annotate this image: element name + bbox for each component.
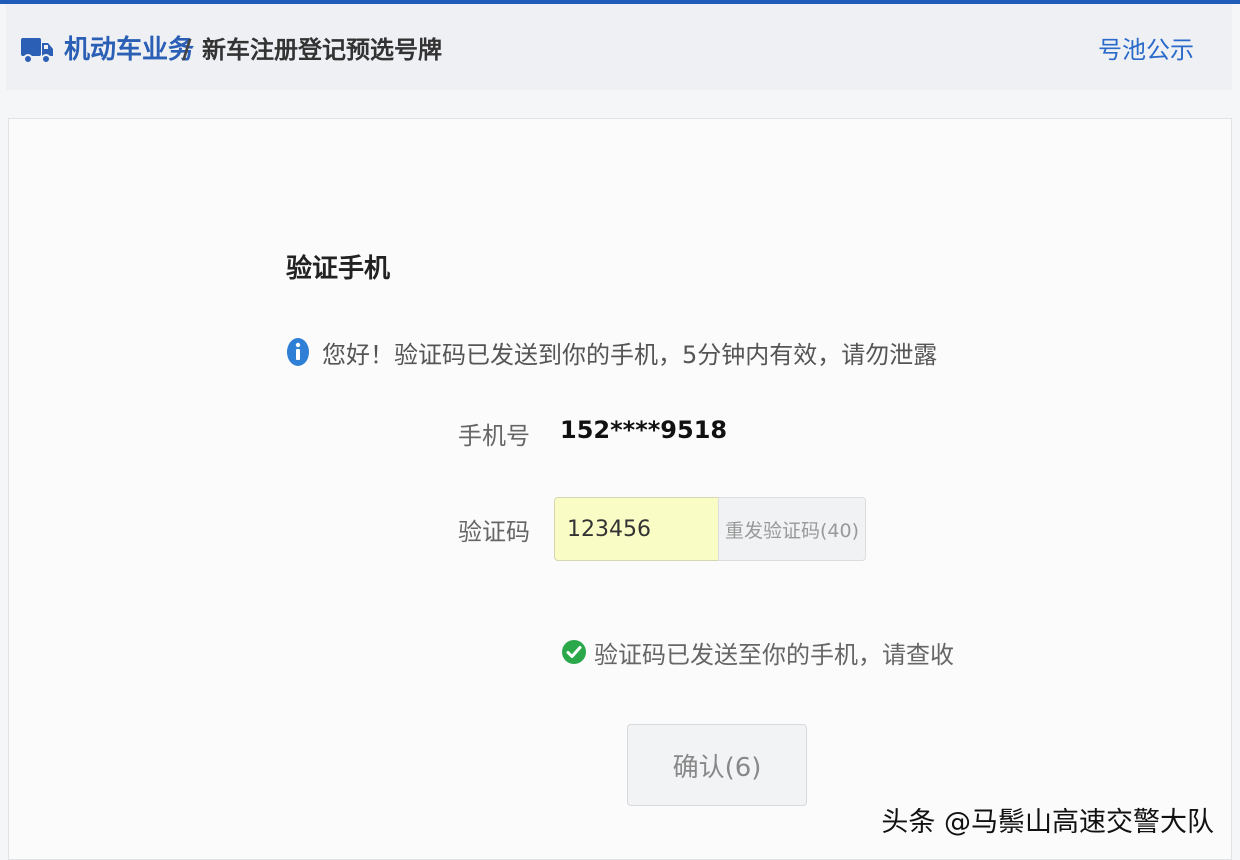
breadcrumb-separator: / bbox=[182, 35, 192, 65]
info-message: 您好！验证码已发送到你的手机，5分钟内有效，请勿泄露 bbox=[322, 340, 938, 369]
page-header: 机动车业务 / 新车注册登记预选号牌 号池公示 bbox=[6, 4, 1232, 90]
info-icon bbox=[287, 338, 309, 366]
breadcrumb-current: 新车注册登记预选号牌 bbox=[202, 36, 442, 64]
phone-value: 152****9518 bbox=[560, 416, 728, 444]
page-title: 验证手机 bbox=[286, 254, 391, 284]
success-notice: 验证码已发送至你的手机，请查收 bbox=[562, 634, 954, 670]
truck-icon bbox=[21, 38, 53, 64]
breadcrumb-main[interactable]: 机动车业务 bbox=[64, 30, 194, 70]
verify-card bbox=[8, 118, 1232, 860]
number-pool-link[interactable]: 号池公示 bbox=[1098, 30, 1194, 70]
phone-label: 手机号 bbox=[458, 422, 530, 450]
verification-code-input[interactable] bbox=[554, 497, 720, 561]
code-label: 验证码 bbox=[458, 518, 530, 546]
check-circle-icon bbox=[562, 640, 586, 664]
watermark: 头条 @马鬃山高速交警大队 bbox=[881, 807, 1214, 838]
resend-code-button[interactable]: 重发验证码(40) bbox=[718, 497, 866, 561]
confirm-button[interactable]: 确认(6) bbox=[627, 724, 807, 806]
info-notice: 您好！验证码已发送到你的手机，5分钟内有效，请勿泄露 bbox=[286, 334, 937, 370]
success-message: 验证码已发送至你的手机，请查收 bbox=[594, 640, 954, 669]
